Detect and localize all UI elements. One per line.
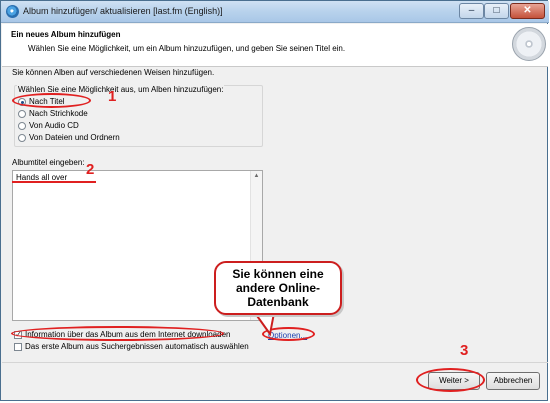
annotation-callout: Sie können eine andere Online-Datenbank	[214, 261, 342, 315]
annotation-step-3: 3	[460, 342, 469, 359]
annotation-ring-next	[416, 368, 485, 392]
